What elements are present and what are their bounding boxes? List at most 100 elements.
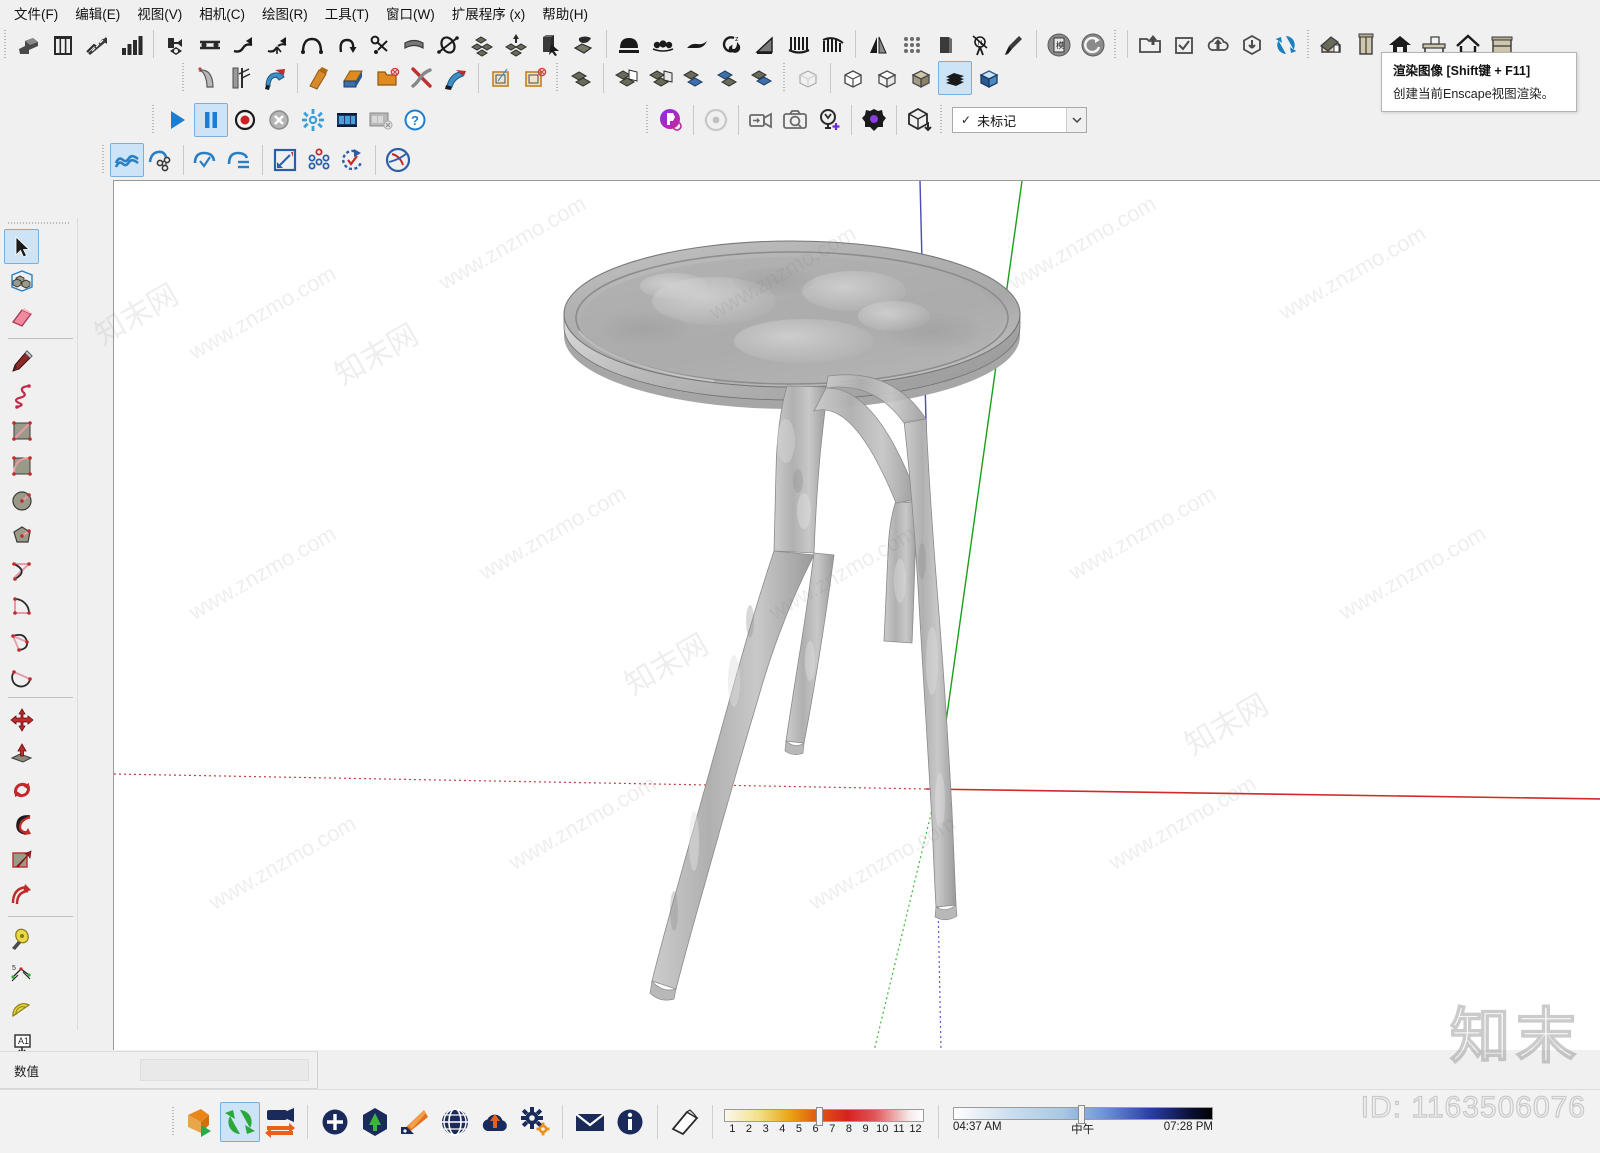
sync-refresh-icon[interactable] bbox=[220, 1101, 260, 1142]
rotate-icon[interactable] bbox=[4, 772, 39, 807]
curve-tool-icon[interactable] bbox=[110, 143, 144, 177]
style-wireframe-icon[interactable] bbox=[791, 61, 825, 95]
reload-round-icon[interactable] bbox=[1076, 28, 1110, 62]
tree-component-icon[interactable] bbox=[355, 1102, 395, 1142]
camera-rig-icon[interactable] bbox=[159, 28, 193, 62]
group-solid-icon[interactable] bbox=[564, 61, 598, 95]
arc-chord-icon[interactable] bbox=[4, 658, 39, 693]
enscape-help-icon[interactable]: ? bbox=[398, 103, 432, 137]
face-stack-icon[interactable] bbox=[567, 28, 601, 62]
book-page-icon[interactable] bbox=[929, 28, 963, 62]
blob-curve-icon[interactable] bbox=[680, 28, 714, 62]
month-slider[interactable]: 1 2 3 4 5 6 7 8 9 10 11 12 bbox=[724, 1106, 924, 1135]
curve-equal-icon[interactable] bbox=[223, 143, 257, 177]
tag-dropdown[interactable]: ✓ 未标记 bbox=[952, 107, 1087, 133]
zigzag-profile-icon[interactable] bbox=[12, 28, 46, 62]
curve-check-icon[interactable] bbox=[189, 143, 223, 177]
protractor-icon[interactable] bbox=[4, 991, 39, 1026]
ring-cut-icon[interactable] bbox=[431, 28, 465, 62]
mirror-icon[interactable] bbox=[861, 28, 895, 62]
move-icon[interactable] bbox=[4, 702, 39, 737]
scene-add-icon[interactable] bbox=[484, 61, 518, 95]
enscape-video-icon[interactable] bbox=[330, 103, 364, 137]
render-screenshot-icon[interactable] bbox=[778, 103, 812, 137]
pie-arc-icon[interactable] bbox=[4, 588, 39, 623]
dome-shape-icon[interactable] bbox=[612, 28, 646, 62]
folder-orange-icon[interactable] bbox=[371, 61, 405, 95]
dimension-icon[interactable]: 5 bbox=[4, 956, 39, 991]
profile-blue-curve-icon[interactable] bbox=[258, 61, 292, 95]
curve-explode-icon[interactable] bbox=[261, 28, 295, 62]
model-viewport[interactable] bbox=[113, 180, 1600, 1050]
toolbar-grip[interactable] bbox=[644, 105, 651, 135]
enscape-record-icon[interactable] bbox=[228, 103, 262, 137]
render-image-icon[interactable] bbox=[654, 103, 688, 137]
eraser-white-icon[interactable] bbox=[665, 1102, 705, 1142]
time-slider-track[interactable] bbox=[953, 1104, 1213, 1124]
enscape-settings-icon[interactable] bbox=[296, 103, 330, 137]
toolbar-grip[interactable] bbox=[1305, 30, 1312, 60]
group-merge-icon[interactable] bbox=[643, 61, 677, 95]
menu-help[interactable]: 帮助(H) bbox=[534, 0, 597, 26]
cube-download-icon[interactable] bbox=[1235, 28, 1269, 62]
scale-icon[interactable] bbox=[4, 842, 39, 877]
toolbar-grip[interactable] bbox=[2, 30, 9, 60]
color-fan-icon[interactable] bbox=[395, 1102, 435, 1142]
three-dots-icon[interactable] bbox=[646, 28, 680, 62]
menu-edit[interactable]: 编辑(E) bbox=[67, 0, 129, 26]
group-blue-icon[interactable] bbox=[677, 61, 711, 95]
mail-envelope-icon[interactable] bbox=[570, 1102, 610, 1142]
sidebar-grip[interactable] bbox=[8, 220, 70, 226]
checkbox-icon[interactable] bbox=[1167, 28, 1201, 62]
render-material-icon[interactable] bbox=[857, 103, 891, 137]
broom-icon[interactable] bbox=[997, 28, 1031, 62]
box-select-icon[interactable] bbox=[533, 28, 567, 62]
building-icon[interactable] bbox=[1349, 28, 1383, 62]
bar-chart-icon[interactable] bbox=[114, 28, 148, 62]
group-blue3-icon[interactable] bbox=[745, 61, 779, 95]
globe-grid-icon[interactable] bbox=[435, 1102, 475, 1142]
house-roof-icon[interactable] bbox=[1315, 28, 1349, 62]
freehand-icon[interactable] bbox=[4, 378, 39, 413]
menu-extensions[interactable]: 扩展程序 (x) bbox=[444, 0, 535, 26]
curve-node-icon[interactable] bbox=[144, 143, 178, 177]
spiral-icon[interactable]: z bbox=[714, 28, 748, 62]
style-xray-icon[interactable] bbox=[972, 61, 1006, 95]
eraser-icon[interactable] bbox=[4, 299, 39, 334]
tile-up-icon[interactable] bbox=[499, 28, 533, 62]
arc-2point-icon[interactable] bbox=[4, 553, 39, 588]
scene-remove-icon[interactable] bbox=[518, 61, 552, 95]
arch-curve-icon[interactable] bbox=[295, 28, 329, 62]
sketchup-export-icon[interactable] bbox=[180, 1102, 220, 1142]
curve-arrow-in-icon[interactable] bbox=[227, 28, 261, 62]
info-circle-icon[interactable] bbox=[610, 1102, 650, 1142]
tape-measure-icon[interactable] bbox=[4, 921, 39, 956]
render-panorama-icon[interactable] bbox=[699, 103, 733, 137]
model-info-round-icon[interactable]: 模 bbox=[1042, 28, 1076, 62]
group-split-icon[interactable] bbox=[609, 61, 643, 95]
polygon-icon[interactable] bbox=[4, 518, 39, 553]
time-slider[interactable]: 04:37 AM 中午 07:28 PM bbox=[953, 1104, 1213, 1137]
stairs-icon[interactable] bbox=[80, 28, 114, 62]
style-hiddenline-icon[interactable] bbox=[836, 61, 870, 95]
menu-tools[interactable]: 工具(T) bbox=[317, 0, 378, 26]
compass-icon[interactable]: N bbox=[963, 28, 997, 62]
toolbar-grip[interactable] bbox=[100, 145, 107, 175]
rectangle-icon[interactable] bbox=[4, 413, 39, 448]
profile-curve-icon[interactable] bbox=[190, 61, 224, 95]
offset-ic on-icon[interactable] bbox=[4, 877, 39, 912]
style-monochrome-icon[interactable] bbox=[938, 61, 972, 95]
menu-window[interactable]: 窗口(W) bbox=[378, 0, 444, 26]
comb-lines-icon[interactable] bbox=[782, 28, 816, 62]
cloud-upload-icon[interactable] bbox=[475, 1102, 515, 1142]
enscape-batch-render-icon[interactable] bbox=[364, 103, 398, 137]
arc-3point-icon[interactable] bbox=[4, 623, 39, 658]
cross-tools-icon[interactable] bbox=[405, 61, 439, 95]
sync-blue-icon[interactable] bbox=[1269, 28, 1303, 62]
toolbar-grip[interactable] bbox=[781, 63, 788, 93]
render-light-icon[interactable] bbox=[812, 103, 846, 137]
chevron-down-icon[interactable] bbox=[1066, 108, 1086, 132]
enscape-start-icon[interactable] bbox=[160, 103, 194, 137]
enscape-pause-icon[interactable] bbox=[194, 103, 228, 137]
magnet-curve-icon[interactable] bbox=[439, 61, 473, 95]
